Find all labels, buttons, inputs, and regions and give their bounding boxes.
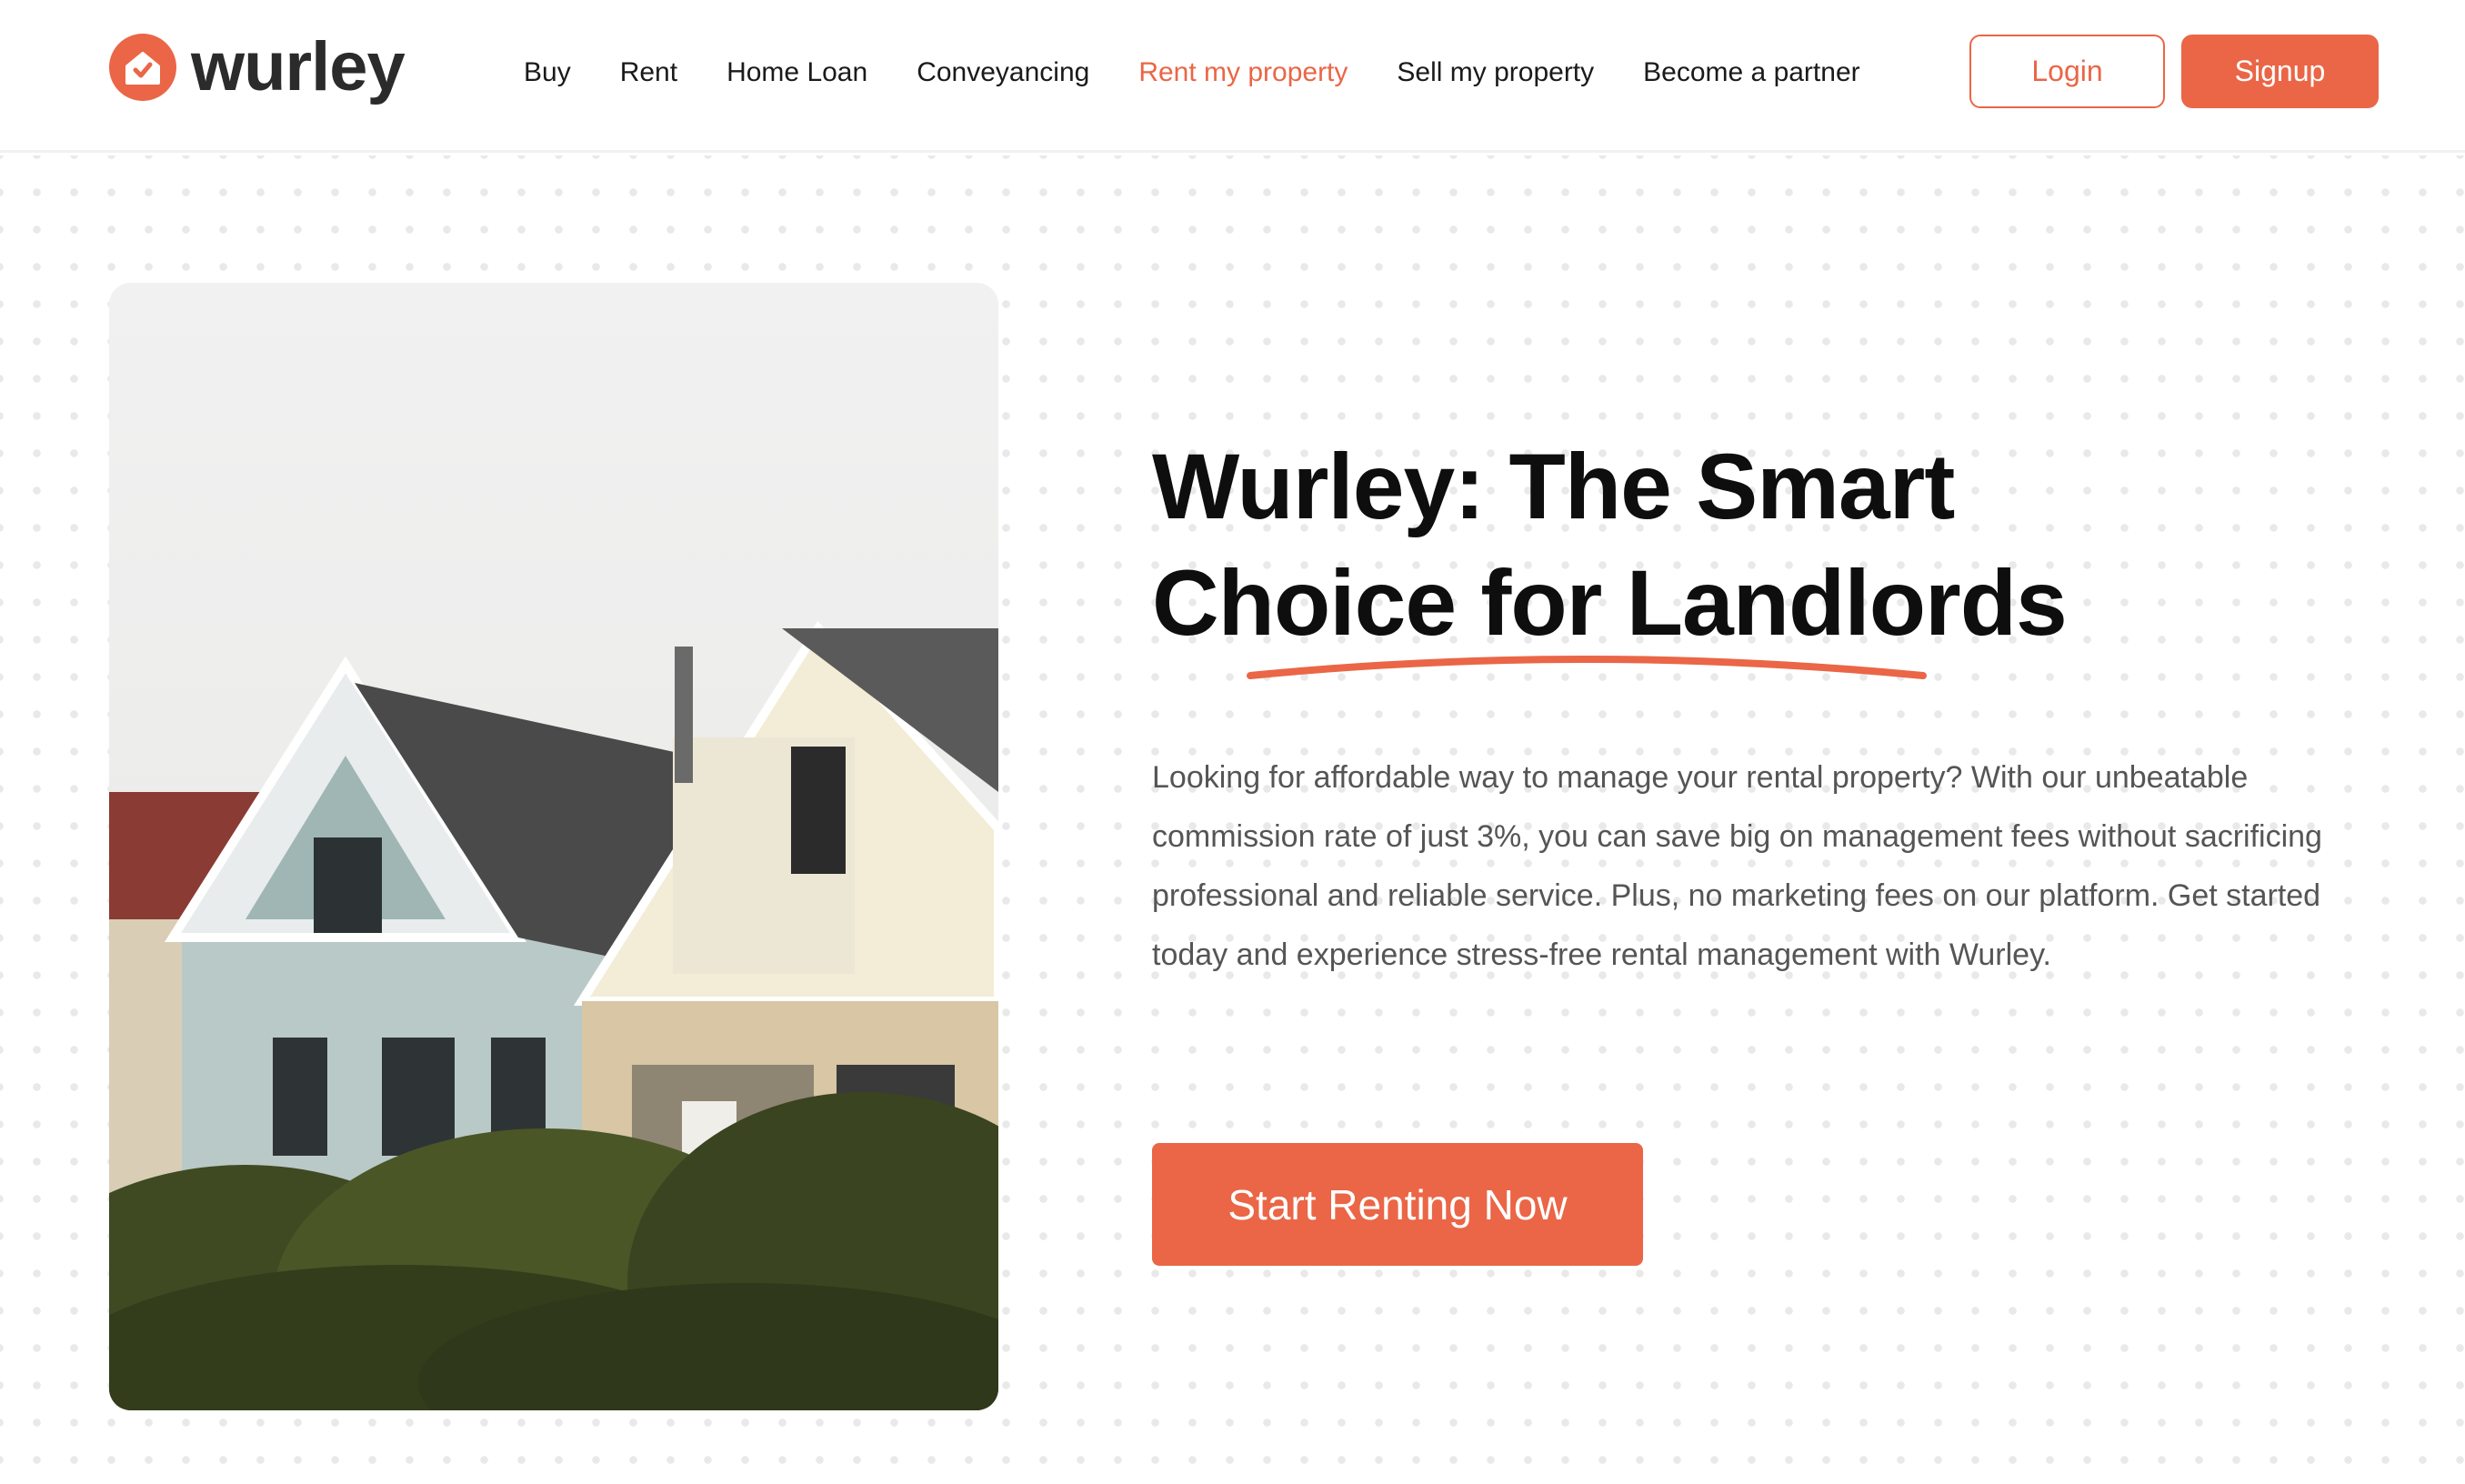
hero-headline: Wurley: The Smart Choice for Landlords [1152,428,2334,661]
start-renting-now-button[interactable]: Start Renting Now [1152,1143,1643,1266]
nav-item-rent-my-property[interactable]: Rent my property [1138,57,1348,88]
hero-description: Looking for affordable way to manage you… [1152,760,2322,972]
logo[interactable]: wurley [109,28,406,105]
signup-button[interactable]: Signup [2181,35,2379,108]
nav-item-sell-my-property[interactable]: Sell my property [1397,57,1594,88]
nav-item-become-a-partner[interactable]: Become a partner [1643,57,1859,88]
nav-item-buy[interactable]: Buy [524,57,571,88]
login-button[interactable]: Login [1969,35,2165,108]
house-check-icon [109,34,176,101]
hero-text-block: Wurley: The Smart Choice for Landlords [1152,428,2334,661]
hero-section: Wurley: The Smart Choice for Landlords L… [0,155,2465,1484]
headline-line-2: Choice for Landlords [1152,551,2068,655]
nav-item-rent[interactable]: Rent [620,57,677,88]
victorian-houses-photo [109,283,998,1410]
site-header: wurley Buy Rent Home Loan Conveyancing R… [0,0,2465,153]
nav-item-conveyancing[interactable]: Conveyancing [917,57,1089,88]
nav-item-home-loan[interactable]: Home Loan [726,57,867,88]
headline-underline-decoration [1247,656,1927,679]
logo-wordmark: wurley [191,28,406,105]
headline-line-1: Wurley: The Smart [1152,435,1955,538]
main-nav: Buy Rent Home Loan Conveyancing Rent my … [524,53,1909,93]
